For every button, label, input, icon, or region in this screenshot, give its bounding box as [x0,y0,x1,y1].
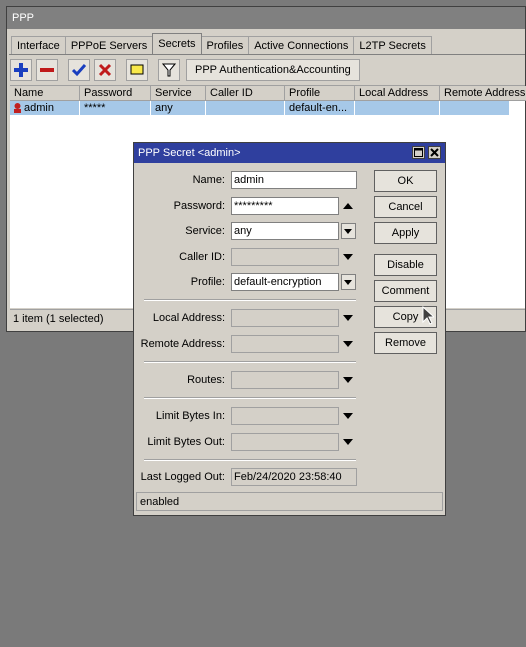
password-toggle-icon[interactable] [343,203,353,209]
row-name: admin [24,102,54,114]
cell-name: admin [10,101,80,115]
maximize-icon [414,148,423,157]
caller-id-expand-icon[interactable] [343,254,353,260]
apply-button[interactable]: Apply [374,222,437,244]
cell-service: any [151,101,206,115]
chevron-down-icon [344,280,352,285]
tab-l2tp-secrets[interactable]: L2TP Secrets [353,36,432,54]
enable-button[interactable] [68,59,90,81]
remote-address-input[interactable] [231,335,339,353]
filter-button[interactable] [158,59,180,81]
chevron-down-icon [344,229,352,234]
tab-interface[interactable]: Interface [11,36,66,54]
comment-button[interactable]: Comment [374,280,437,302]
x-icon [98,63,112,77]
add-button[interactable] [10,59,32,81]
column-password[interactable]: Password [80,86,151,101]
column-service[interactable]: Service [151,86,206,101]
dialog-status-bar: enabled [136,492,443,511]
separator [144,459,356,461]
close-icon [430,148,439,157]
tab-secrets[interactable]: Secrets [152,33,202,54]
tab-active-connections[interactable]: Active Connections [248,36,355,54]
close-button[interactable] [428,146,441,159]
cell-remote-address [440,101,510,115]
mouse-cursor-icon [422,306,434,325]
separator [144,299,356,301]
ppp-auth-accounting-button[interactable]: PPP Authentication&Accounting [186,59,360,81]
remote-address-label: Remote Address: [140,338,225,350]
cell-profile: default-en... [285,101,355,115]
limit-bytes-out-expand-icon[interactable] [343,439,353,445]
disable-button[interactable]: Disable [374,254,437,276]
tab-bar: Interface PPPoE Servers Secrets Profiles… [11,33,432,54]
local-address-input[interactable] [231,309,339,327]
limit-bytes-in-input[interactable] [231,407,339,425]
toolbar: PPP Authentication&Accounting [10,58,360,82]
remove-button[interactable]: Remove [374,332,437,354]
routes-label: Routes: [187,374,225,386]
filter-icon [162,63,176,77]
cancel-button[interactable]: Cancel [374,196,437,218]
dialog-title-bar[interactable]: PPP Secret <admin> [134,143,445,163]
maximize-button[interactable] [412,146,425,159]
password-label: Password: [173,200,225,212]
user-icon [14,103,21,113]
profile-select[interactable]: default-encryption [231,273,339,291]
password-input[interactable]: ********* [231,197,339,215]
profile-label: Profile: [190,276,225,288]
disable-button[interactable] [94,59,116,81]
name-input[interactable]: admin [231,171,357,189]
limit-bytes-in-expand-icon[interactable] [343,413,353,419]
remove-button[interactable] [36,59,58,81]
tab-pppoe-servers[interactable]: PPPoE Servers [64,36,154,54]
cell-password: ***** [80,101,151,115]
column-remote-address[interactable]: Remote Address [440,86,526,101]
limit-bytes-out-label: Limit Bytes Out: [147,436,225,448]
tab-profiles[interactable]: Profiles [200,36,250,54]
column-local-address[interactable]: Local Address [355,86,440,101]
separator [144,397,356,399]
table-header: Name Password Service Caller ID Profile … [10,86,526,101]
window-title: PPP [7,7,525,29]
limit-bytes-in-label: Limit Bytes In: [155,410,225,422]
check-icon [72,64,86,77]
ppp-secret-dialog: PPP Secret <admin> Name: admin Password:… [133,142,446,516]
comment-icon [130,64,144,75]
limit-bytes-out-input[interactable] [231,433,339,451]
last-logged-out-label: Last Logged Out: [140,471,225,483]
routes-expand-icon[interactable] [343,377,353,383]
profile-dropdown-button[interactable] [341,274,356,290]
plus-icon [14,63,28,77]
column-caller-id[interactable]: Caller ID [206,86,285,101]
last-logged-out-value: Feb/24/2020 23:58:40 [231,468,357,486]
service-label: Service: [185,225,225,237]
table-row[interactable]: admin ***** any default-en... [10,101,510,115]
remote-address-expand-icon[interactable] [343,341,353,347]
cell-local-address [355,101,440,115]
comment-button[interactable] [126,59,148,81]
cell-caller-id [206,101,285,115]
caller-id-label: Caller ID: [179,251,225,263]
column-name[interactable]: Name [10,86,80,101]
column-profile[interactable]: Profile [285,86,355,101]
service-dropdown-button[interactable] [341,223,356,239]
separator [144,361,356,363]
routes-input[interactable] [231,371,339,389]
local-address-expand-icon[interactable] [343,315,353,321]
name-label: Name: [192,174,225,186]
local-address-label: Local Address: [152,312,225,324]
caller-id-input[interactable] [231,248,339,266]
tab-divider [9,54,525,55]
ok-button[interactable]: OK [374,170,437,192]
service-select[interactable]: any [231,222,339,240]
dialog-title: PPP Secret <admin> [138,147,241,159]
minus-icon [40,68,54,72]
